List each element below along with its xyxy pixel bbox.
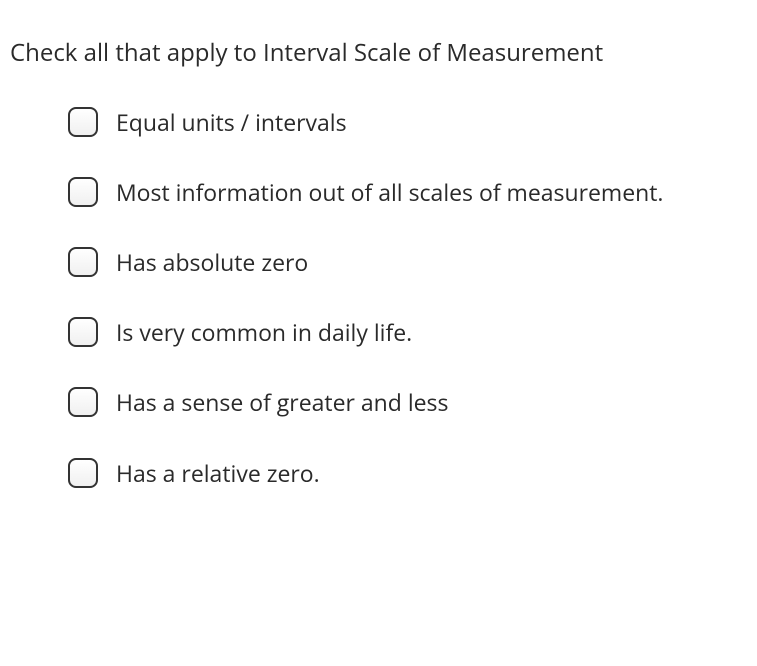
option-checkbox-5[interactable] (68, 387, 98, 417)
option-item: Is very common in daily life. (68, 316, 747, 348)
option-checkbox-3[interactable] (68, 247, 98, 277)
option-checkbox-1[interactable] (68, 107, 98, 137)
option-item: Has a sense of greater and less (68, 386, 747, 418)
option-checkbox-6[interactable] (68, 458, 98, 488)
options-list: Equal units / intervals Most information… (10, 106, 747, 489)
option-label[interactable]: Most information out of all scales of me… (116, 176, 663, 208)
option-item: Has a relative zero. (68, 457, 747, 489)
option-item: Most information out of all scales of me… (68, 176, 747, 208)
question-prompt: Check all that apply to Interval Scale o… (10, 36, 747, 70)
option-checkbox-4[interactable] (68, 317, 98, 347)
option-label[interactable]: Is very common in daily life. (116, 316, 412, 348)
option-item: Equal units / intervals (68, 106, 747, 138)
option-label[interactable]: Has absolute zero (116, 246, 308, 278)
option-checkbox-2[interactable] (68, 177, 98, 207)
option-label[interactable]: Has a sense of greater and less (116, 386, 448, 418)
option-item: Has absolute zero (68, 246, 747, 278)
option-label[interactable]: Equal units / intervals (116, 106, 347, 138)
option-label[interactable]: Has a relative zero. (116, 457, 320, 489)
